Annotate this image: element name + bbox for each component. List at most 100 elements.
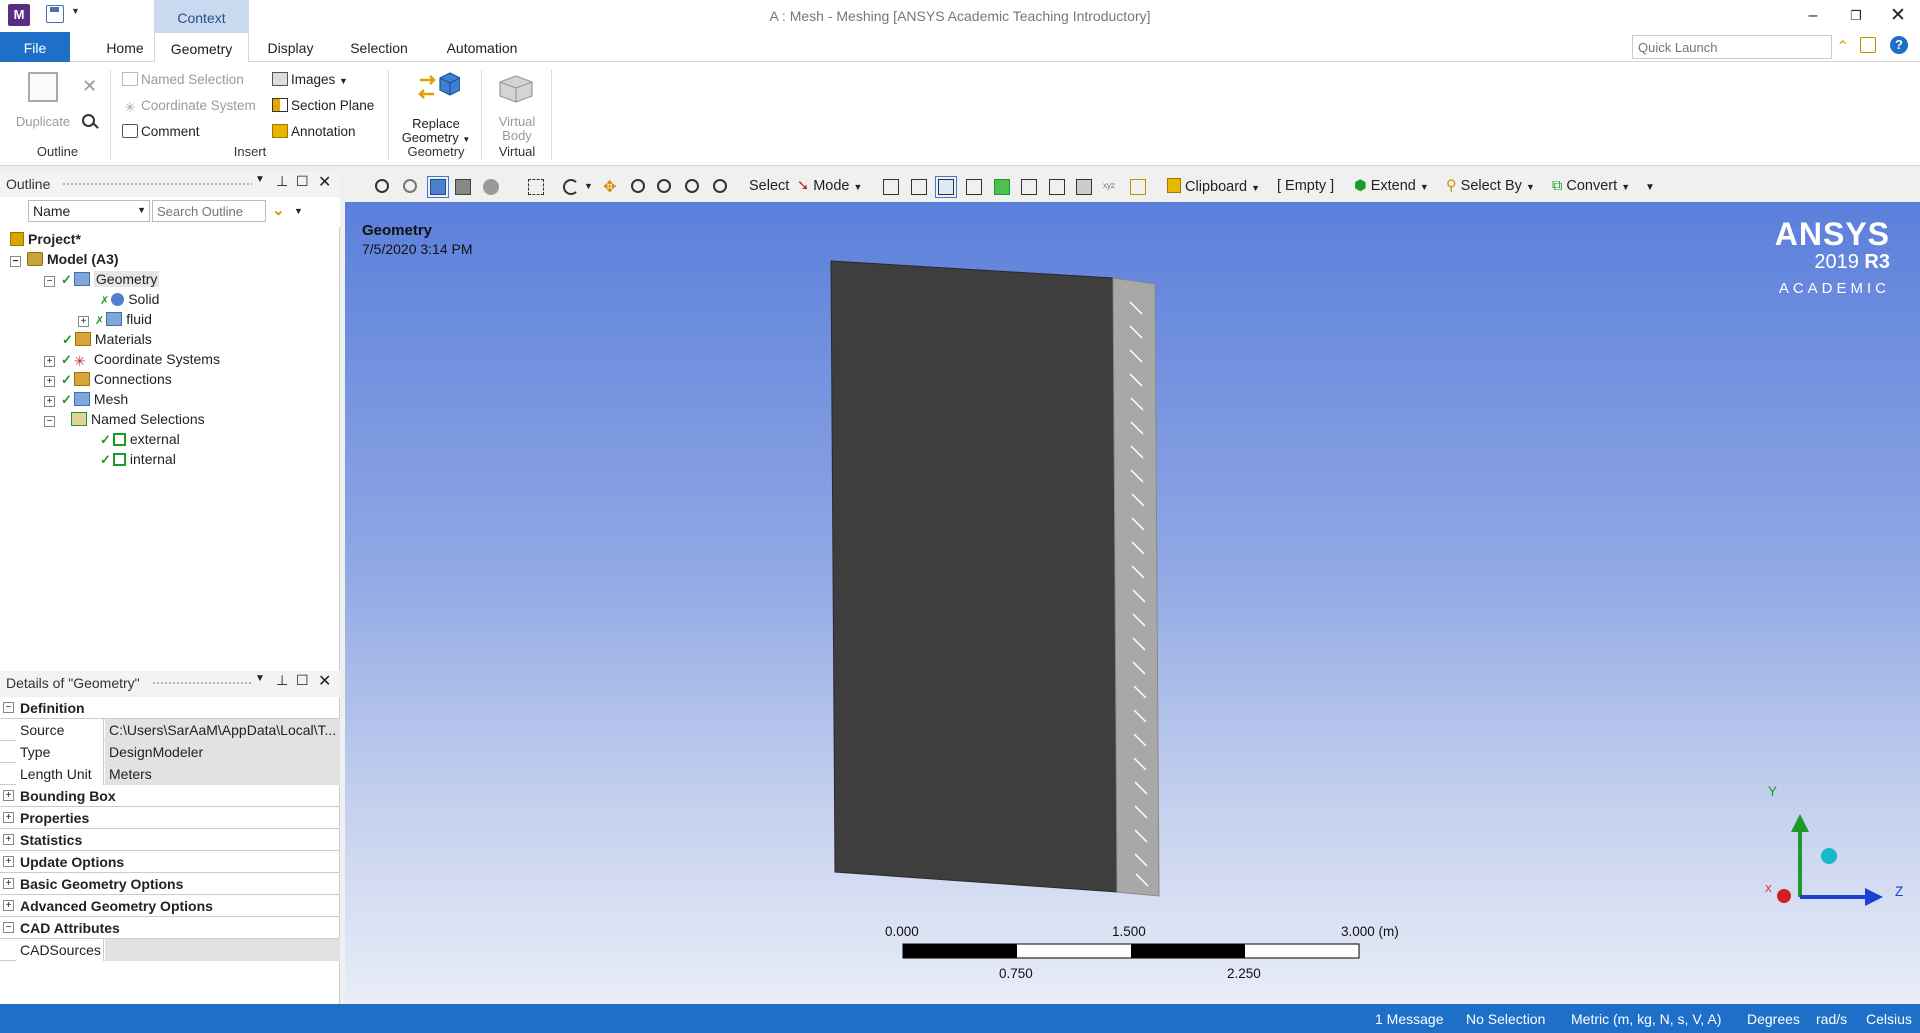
section-plane-button[interactable]: Section Plane xyxy=(272,98,374,113)
select-mode-button[interactable]: ➘ Mode ▼ xyxy=(797,178,862,194)
close-window-icon[interactable]: ✕ xyxy=(1883,4,1913,28)
restore-icon[interactable]: ❐ xyxy=(1841,4,1871,28)
tab-home[interactable]: Home xyxy=(90,32,160,62)
expand-icon[interactable]: + xyxy=(3,790,14,801)
details-row-length-unit[interactable]: Length Unit Meters xyxy=(0,763,340,785)
select-body-icon[interactable] xyxy=(966,179,982,195)
toolbar-overflow-icon[interactable]: ▼ xyxy=(1645,182,1655,193)
shaded-view-icon[interactable] xyxy=(427,176,449,198)
pin-icon[interactable]: ⊥ xyxy=(276,672,288,689)
replace-geometry-button[interactable]: Replace Geometry ▼ xyxy=(396,117,476,147)
axis-triad[interactable] xyxy=(1777,814,1883,906)
search-dropdown-icon[interactable]: ▼ xyxy=(294,206,303,216)
tree-item-mesh[interactable]: + ✓ Mesh xyxy=(44,389,128,409)
status-rate-unit[interactable]: rad/s xyxy=(1816,1011,1847,1027)
minimize-ribbon-icon[interactable]: ⌃ xyxy=(1836,37,1849,57)
wireframe-icon[interactable] xyxy=(455,179,471,195)
outline-menu-icon[interactable]: ▼ xyxy=(255,174,265,185)
named-selection-button[interactable]: Named Selection xyxy=(122,72,244,87)
select-node-icon[interactable] xyxy=(994,179,1010,195)
maximize-panel-icon[interactable]: ☐ xyxy=(296,173,309,190)
select-element-face-icon[interactable] xyxy=(1021,179,1037,195)
tree-item-internal[interactable]: ✓ internal xyxy=(100,449,176,469)
expand-icon[interactable]: + xyxy=(3,812,14,823)
select-by-button[interactable]: ⚲ Select By ▼ xyxy=(1446,178,1535,194)
collapse-icon[interactable]: − xyxy=(3,702,14,713)
details-row-source[interactable]: Source C:\Users\SarAaM\AppData\Local\T... xyxy=(0,719,340,741)
duplicate-icon[interactable] xyxy=(28,72,58,102)
tree-item-connections[interactable]: + ✓ Connections xyxy=(44,369,172,389)
expand-icon[interactable]: + xyxy=(78,316,89,327)
details-category-advanced-geometry-options[interactable]: + Advanced Geometry Options xyxy=(0,895,340,917)
close-panel-icon[interactable]: ✕ xyxy=(318,671,331,691)
status-messages[interactable]: 1 Message xyxy=(1375,1011,1443,1027)
select-face-icon[interactable] xyxy=(935,176,957,198)
rotate-icon[interactable] xyxy=(563,179,579,195)
feedback-icon[interactable] xyxy=(1860,37,1876,53)
zoom-box-icon[interactable] xyxy=(657,179,671,193)
close-panel-icon[interactable]: ✕ xyxy=(318,172,331,192)
outline-grip[interactable] xyxy=(62,182,252,187)
status-temperature-unit[interactable]: Celsius xyxy=(1866,1011,1912,1027)
details-row-cad-sources[interactable]: CADSources xyxy=(0,939,340,961)
zoom-fit-icon[interactable] xyxy=(685,179,699,193)
virtual-body-button[interactable]: Virtual Body xyxy=(486,115,548,143)
details-category-properties[interactable]: + Properties xyxy=(0,807,340,829)
tree-item-project[interactable]: Project* xyxy=(10,229,81,249)
magnifier-icon[interactable] xyxy=(713,179,727,193)
tab-automation[interactable]: Automation xyxy=(436,32,528,62)
model-geometry[interactable] xyxy=(345,202,1920,1004)
select-vertex-icon[interactable] xyxy=(883,179,899,195)
tab-file[interactable]: File xyxy=(0,32,70,62)
tree-item-geometry[interactable]: − ✓ Geometry xyxy=(44,269,160,289)
quick-launch-input[interactable] xyxy=(1632,35,1832,59)
collapse-icon[interactable]: − xyxy=(3,922,14,933)
tree-item-fluid[interactable]: + ✗ fluid xyxy=(78,309,152,329)
graphics-viewport[interactable]: Geometry 7/5/2020 3:14 PM ANSYS 2019 R3 … xyxy=(345,202,1920,1004)
help-icon[interactable]: ? xyxy=(1890,36,1908,54)
select-mesh-icon[interactable] xyxy=(1076,179,1092,195)
images-button[interactable]: Images ▼ xyxy=(272,72,348,87)
status-unit-system[interactable]: Metric (m, kg, N, s, V, A) xyxy=(1571,1011,1721,1027)
tree-item-materials[interactable]: ✓ Materials xyxy=(62,329,152,349)
details-menu-icon[interactable]: ▼ xyxy=(255,673,265,684)
tab-geometry[interactable]: Geometry xyxy=(154,32,249,63)
rotate-dropdown-icon[interactable]: ▼ xyxy=(584,181,593,191)
maximize-panel-icon[interactable]: ☐ xyxy=(296,672,309,689)
details-category-statistics[interactable]: + Statistics xyxy=(0,829,340,851)
pin-icon[interactable]: ⊥ xyxy=(276,173,288,190)
expand-icon[interactable]: + xyxy=(44,396,55,407)
show-vertices-icon[interactable] xyxy=(483,179,499,195)
coordinate-system-button[interactable]: ✳ Coordinate System xyxy=(122,98,255,115)
expand-icon[interactable]: + xyxy=(44,376,55,387)
details-category-update-options[interactable]: + Update Options xyxy=(0,851,340,873)
comment-button[interactable]: Comment xyxy=(122,124,200,139)
expand-icon[interactable]: + xyxy=(3,856,14,867)
zoom-icon[interactable] xyxy=(631,179,645,193)
details-category-basic-geometry-options[interactable]: + Basic Geometry Options xyxy=(0,873,340,895)
details-category-cad-attributes[interactable]: − CAD Attributes xyxy=(0,917,340,939)
convert-button[interactable]: ⧉ Convert ▼ xyxy=(1552,178,1630,194)
details-row-type[interactable]: Type DesignModeler xyxy=(0,741,340,763)
collapse-icon[interactable]: − xyxy=(44,276,55,287)
pan-icon[interactable]: ✥ xyxy=(603,177,616,197)
tab-selection[interactable]: Selection xyxy=(343,32,415,62)
details-grip[interactable] xyxy=(152,681,252,686)
expand-icon[interactable]: + xyxy=(3,834,14,845)
tree-item-named-selections[interactable]: − Named Selections xyxy=(44,409,205,429)
expand-icon[interactable]: + xyxy=(3,900,14,911)
collapse-icon[interactable]: − xyxy=(10,256,21,267)
minimize-icon[interactable]: – xyxy=(1798,4,1828,28)
zoom-in-icon[interactable] xyxy=(375,179,389,193)
tab-display[interactable]: Display xyxy=(258,32,323,62)
box-zoom-icon[interactable] xyxy=(528,179,544,195)
select-edge-icon[interactable] xyxy=(911,179,927,195)
search-options-icon[interactable]: ⌄ xyxy=(272,201,285,219)
expand-icon[interactable]: + xyxy=(44,356,55,367)
model-side-face[interactable] xyxy=(1112,277,1160,897)
virtual-body-icon[interactable] xyxy=(498,74,534,104)
coordinate-readout-icon[interactable]: ˣʸᶻ xyxy=(1103,180,1115,194)
extend-button[interactable]: ⬢ Extend ▼ xyxy=(1354,178,1429,194)
details-category-definition[interactable]: − Definition xyxy=(0,697,340,719)
delete-icon[interactable]: ✕ xyxy=(82,76,97,97)
